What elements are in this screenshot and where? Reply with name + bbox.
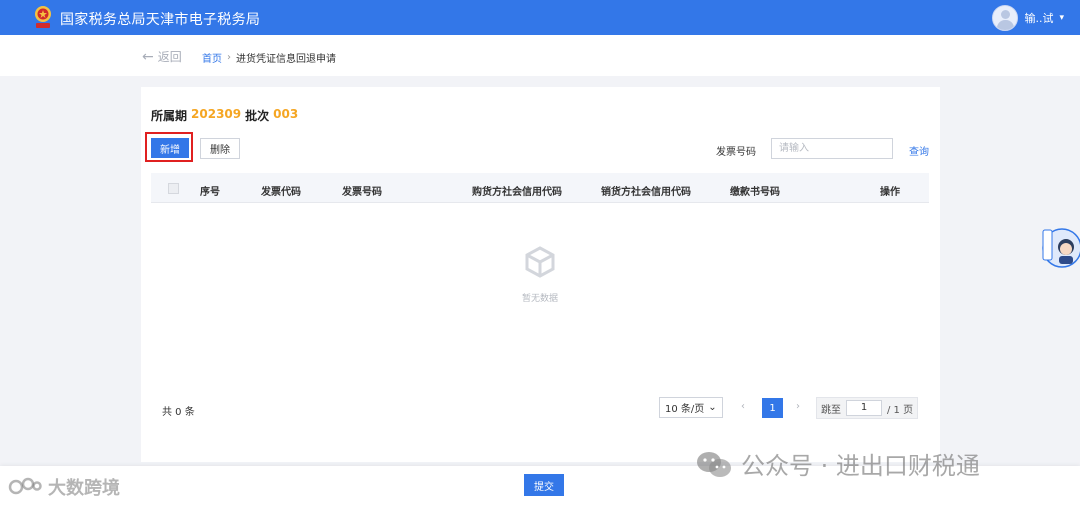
- page-size-value[interactable]: 10 条/页: [665, 400, 704, 415]
- top-header: 国家税务总局天津市电子税务局 输..试 ▾: [0, 0, 1080, 35]
- add-button[interactable]: 新增: [151, 138, 189, 158]
- column-header-invoice-number: 发票号码: [342, 187, 382, 198]
- user-menu[interactable]: 输..试 ▾: [992, 5, 1064, 31]
- watermark-right-text: 公众号 · 进出口财税通: [741, 452, 980, 480]
- user-name[interactable]: 输..试: [1024, 10, 1053, 26]
- column-header-invoice-code: 发票代码: [261, 187, 301, 198]
- submit-button[interactable]: 提交: [524, 474, 564, 496]
- tax-emblem-icon: [35, 6, 51, 28]
- watermark-logo-icon: [8, 477, 42, 495]
- delete-button[interactable]: 删除: [200, 138, 240, 159]
- watermark-right: 公众号 · 进出口财税通: [695, 446, 980, 481]
- empty-box-icon: [525, 246, 555, 278]
- period-label: 所属期: [151, 109, 188, 123]
- total-count: 共 0 条: [162, 407, 195, 418]
- arrow-left-icon[interactable]: ←: [142, 49, 154, 65]
- main-card: 所属期 202309 批次 003 新增 删除 发票号码 查询 序号 发票代码 …: [141, 87, 940, 462]
- breadcrumb: 首页 › 进货凭证信息回退申请: [202, 50, 336, 65]
- empty-text: 暂无数据: [521, 294, 558, 304]
- next-page-icon[interactable]: ›: [796, 401, 800, 412]
- column-header-buyer-credit-code: 购货方社会信用代码: [472, 187, 562, 198]
- wechat-icon: [697, 451, 731, 477]
- site-title: 国家税务总局天津市电子税务局: [60, 12, 261, 28]
- page-jumper: 跳至 1 / 1 页: [816, 397, 918, 419]
- breadcrumb-current: 进货凭证信息回退申请: [236, 54, 336, 65]
- period-value: 202309: [191, 107, 242, 121]
- invoice-number-search-input[interactable]: [771, 138, 893, 159]
- page-total: / 1 页: [887, 404, 914, 416]
- floating-assistant-icon[interactable]: [1038, 222, 1080, 270]
- empty-state: 暂无数据: [513, 245, 567, 304]
- batch-value: 003: [273, 107, 299, 121]
- batch-label: 批次: [245, 109, 270, 123]
- breadcrumb-bar: ← 返回 首页 › 进货凭证信息回退申请: [0, 35, 1080, 76]
- period-info: 所属期 202309 批次 003: [151, 107, 298, 124]
- column-header-payment-voucher-number: 缴款书号码: [730, 187, 780, 198]
- select-all-checkbox[interactable]: [168, 183, 179, 194]
- page-button-current[interactable]: 1: [762, 398, 783, 418]
- prev-page-icon[interactable]: ‹: [741, 401, 745, 412]
- column-header-index: 序号: [200, 187, 220, 198]
- chevron-down-icon[interactable]: ▾: [1059, 13, 1064, 23]
- back-button[interactable]: ← 返回: [142, 48, 182, 65]
- breadcrumb-home-link[interactable]: 首页: [202, 50, 222, 65]
- query-button[interactable]: 查询: [909, 143, 929, 158]
- column-header-actions: 操作: [880, 187, 900, 198]
- search-label: 发票号码: [716, 147, 756, 158]
- avatar[interactable]: [992, 5, 1019, 31]
- back-label[interactable]: 返回: [158, 48, 182, 65]
- table-header: 序号 发票代码 发票号码 购货方社会信用代码 销货方社会信用代码 缴款书号码 操…: [151, 173, 929, 203]
- chevron-down-icon[interactable]: ⌄: [708, 402, 716, 413]
- page-size-select[interactable]: 10 条/页 ⌄: [659, 397, 723, 418]
- watermark-left: 大数跨境: [8, 474, 120, 500]
- jump-label: 跳至: [821, 404, 841, 416]
- watermark-left-text: 大数跨境: [48, 478, 120, 499]
- jump-page-input[interactable]: 1: [846, 400, 882, 416]
- chevron-right-icon: ›: [227, 52, 231, 63]
- column-header-seller-credit-code: 销货方社会信用代码: [601, 187, 691, 198]
